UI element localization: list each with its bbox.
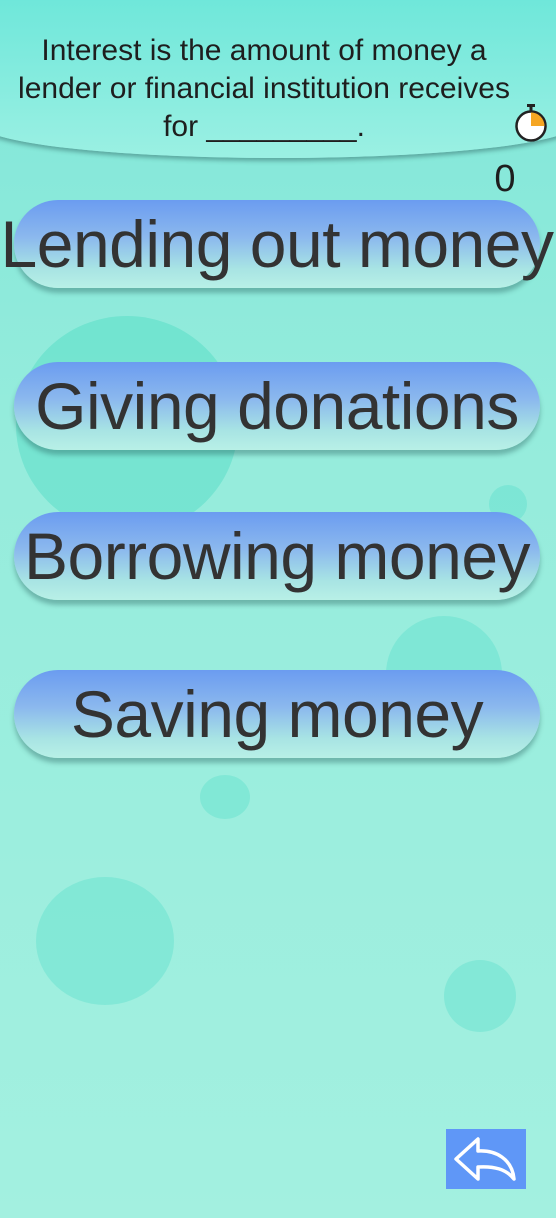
back-arrow-icon [454, 1137, 516, 1181]
answer-label: Borrowing money [23, 519, 531, 593]
background-bubble [36, 877, 174, 1005]
question-text: Interest is the amount of money a lender… [18, 34, 510, 143]
stopwatch-icon [514, 103, 548, 143]
answer-button-3[interactable]: Borrowing money [14, 512, 540, 600]
answer-label: Giving donations [35, 369, 519, 443]
answer-label: Saving money [70, 677, 484, 751]
answer-button-1[interactable]: Lending out money [1, 200, 554, 288]
answer-label: Lending out money [0, 207, 554, 281]
background-bubble [444, 960, 516, 1032]
answer-button-2[interactable]: Giving donations [14, 362, 540, 450]
score-counter: 0 [494, 158, 516, 200]
background-bubble [200, 775, 250, 819]
back-button[interactable] [446, 1129, 526, 1189]
answer-button-4[interactable]: Saving money [14, 670, 540, 758]
